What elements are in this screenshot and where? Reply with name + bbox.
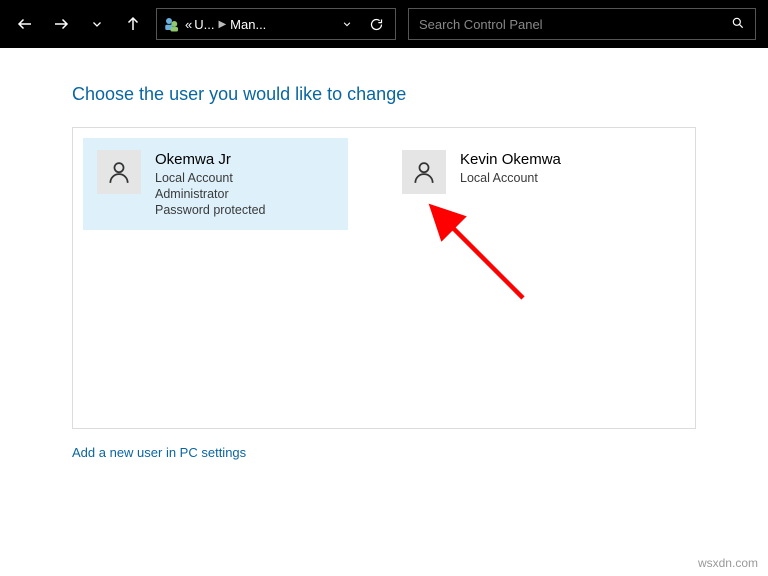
user-account-type: Local Account <box>460 170 561 186</box>
navbar: « U... ▶ Man... <box>0 0 768 48</box>
user-card[interactable]: Kevin Okemwa Local Account <box>388 138 653 206</box>
back-button[interactable] <box>8 7 42 41</box>
refresh-icon <box>369 17 384 32</box>
user-card[interactable]: Okemwa Jr Local Account Administrator Pa… <box>83 138 348 230</box>
arrow-right-icon <box>52 15 70 33</box>
search-box[interactable] <box>408 8 756 40</box>
annotation-arrow-icon <box>423 198 533 308</box>
breadcrumb-seg-2[interactable]: Man... <box>230 17 266 32</box>
breadcrumb: « U... ▶ Man... <box>185 17 266 32</box>
breadcrumb-seg-1[interactable]: U... <box>194 17 214 32</box>
content-area: Choose the user you would like to change… <box>0 48 768 462</box>
avatar <box>402 150 446 194</box>
user-password-status: Password protected <box>155 202 265 218</box>
refresh-button[interactable] <box>363 7 389 41</box>
user-accounts-icon <box>163 15 181 33</box>
user-account-type: Local Account <box>155 170 265 186</box>
person-icon <box>106 159 132 185</box>
up-button[interactable] <box>116 7 150 41</box>
chevron-down-icon <box>342 19 352 29</box>
search-input[interactable] <box>419 17 731 32</box>
watermark: wsxdn.com <box>698 556 758 570</box>
arrow-up-icon <box>124 15 142 33</box>
breadcrumb-sep-icon: ▶ <box>218 19 226 30</box>
recent-locations-button[interactable] <box>80 7 114 41</box>
page-title: Choose the user you would like to change <box>72 84 696 105</box>
avatar <box>97 150 141 194</box>
breadcrumb-chevrons: « <box>185 17 192 32</box>
user-name: Kevin Okemwa <box>460 150 561 170</box>
address-bar[interactable]: « U... ▶ Man... <box>156 8 396 40</box>
search-icon[interactable] <box>731 16 745 33</box>
user-info: Kevin Okemwa Local Account <box>460 150 561 194</box>
users-panel: Okemwa Jr Local Account Administrator Pa… <box>72 127 696 429</box>
person-icon <box>411 159 437 185</box>
chevron-down-icon <box>91 18 103 30</box>
user-role: Administrator <box>155 186 265 202</box>
add-user-link[interactable]: Add a new user in PC settings <box>72 445 246 460</box>
user-name: Okemwa Jr <box>155 150 265 170</box>
address-dropdown-button[interactable] <box>335 7 359 41</box>
forward-button[interactable] <box>44 7 78 41</box>
arrow-left-icon <box>16 15 34 33</box>
user-info: Okemwa Jr Local Account Administrator Pa… <box>155 150 265 218</box>
